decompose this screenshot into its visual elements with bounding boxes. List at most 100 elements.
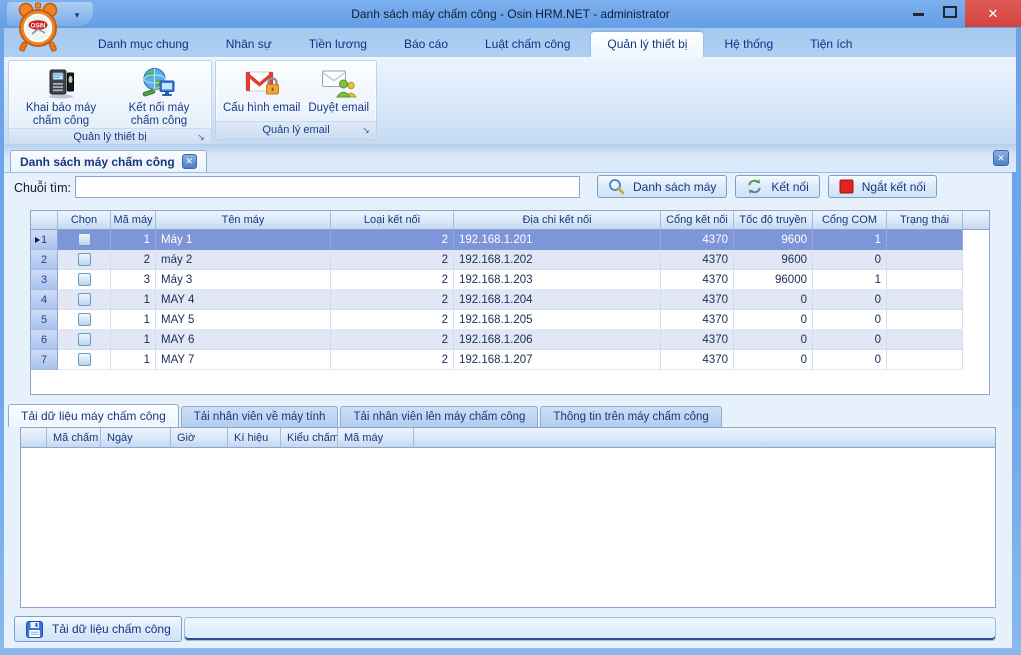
ribbon-tab-tien-luong[interactable]: Tiền lương	[293, 32, 383, 57]
close-button[interactable]	[965, 0, 1021, 27]
column-header-ma-may[interactable]: Mã máy	[111, 211, 156, 230]
cell-ma-may: 1	[111, 230, 156, 250]
table-row[interactable]: 51MAY 52192.168.1.205437000	[31, 310, 989, 330]
cell-chon	[58, 270, 111, 290]
app-window: Danh sách máy chấm công - Osin HRM.NET -…	[0, 0, 1021, 655]
column-header-ki-hieu[interactable]: Kí hiệu	[228, 428, 281, 448]
cell-loai-ket-noi: 2	[331, 330, 454, 350]
column-header-ten-may[interactable]: Tên máy	[156, 211, 331, 230]
cell-cong-ket-noi: 4370	[661, 310, 734, 330]
minimize-icon	[913, 13, 924, 16]
table-row[interactable]: 71MAY 72192.168.1.207437000	[31, 350, 989, 370]
download-attendance-button[interactable]: Tải dữ liệu chấm công	[14, 616, 182, 642]
cell-ten-may: MAY 7	[156, 350, 331, 370]
detail-tab-strip: Tải dữ liệu máy chấm côngTải nhân viên v…	[8, 404, 722, 427]
email-config-icon	[244, 65, 280, 102]
tab-tai-du-lieu-may-cham-cong[interactable]: Tải dữ liệu máy chấm công	[8, 404, 179, 427]
tab-thong-tin-tren-may-cham-cong[interactable]: Thông tin trên máy chấm công	[540, 406, 721, 427]
column-header-cong-ket-noi[interactable]: Cổng kết nối	[661, 211, 734, 230]
ribbon-tab-danh-muc-chung[interactable]: Danh mục chung	[82, 32, 205, 57]
cell-toc-do: 9600	[734, 230, 813, 250]
tab-tai-nhan-vien-len-may-cham-cong[interactable]: Tải nhân viên lên máy chấm công	[340, 406, 538, 427]
ribbon-button-duyet-email[interactable]: Duyệt email	[304, 63, 373, 121]
cell-cong-com: 0	[813, 290, 887, 310]
checkbox[interactable]	[78, 353, 91, 366]
row-header[interactable]: 6	[31, 330, 58, 350]
magnifier-icon	[608, 178, 625, 195]
checkbox[interactable]	[78, 273, 91, 286]
tab-close-icon[interactable]	[182, 154, 197, 169]
cell-cong-com: 1	[813, 230, 887, 250]
ribbon-tab-tien-ich[interactable]: Tiện ích	[794, 32, 868, 57]
ribbon-button-ket-noi-may-cham-cong[interactable]: Kết nối máy chấm công	[110, 63, 208, 128]
document-tab-strip: Danh sách máy chấm công	[4, 144, 1016, 172]
row-header[interactable]: 5	[31, 310, 58, 330]
cell-toc-do: 96000	[734, 270, 813, 290]
ribbon-tab-luat-cham-cong[interactable]: Luật chấm công	[469, 32, 586, 57]
ribbon-button-khai-bao-may-cham-cong[interactable]: Khai báo máy chấm công	[12, 63, 110, 128]
button-danh-sach-may[interactable]: Danh sách máy	[597, 175, 727, 198]
row-header[interactable]: 2	[31, 250, 58, 270]
column-header-ma-may[interactable]: Mã máy	[338, 428, 414, 448]
cell-trang-thai	[887, 310, 963, 330]
cell-ten-may: MAY 4	[156, 290, 331, 310]
button-ngat-ket-noi[interactable]: Ngắt kết nối	[828, 175, 937, 198]
table-row[interactable]: 41MAY 42192.168.1.204437000	[31, 290, 989, 310]
cell-trang-thai	[887, 330, 963, 350]
cell-trang-thai	[887, 230, 963, 250]
column-header-gio[interactable]: Giờ	[171, 428, 228, 448]
column-header-ngay[interactable]: Ngày	[101, 428, 171, 448]
grid-corner-cell	[21, 428, 47, 448]
checkbox[interactable]	[78, 233, 91, 246]
column-header-toc-do-truyen[interactable]: Tốc độ truyền	[734, 211, 813, 230]
email-browse-icon	[321, 65, 357, 102]
column-header-cong-com[interactable]: Cổng COM	[813, 211, 887, 230]
checkbox[interactable]	[78, 333, 91, 346]
ribbon-tab-bao-cao[interactable]: Báo cáo	[388, 32, 464, 57]
document-tab-active[interactable]: Danh sách máy chấm công	[10, 150, 207, 172]
ribbon-group-caption: Quản lý thiết bị	[73, 131, 146, 143]
column-header-kieu-cham[interactable]: Kiểu chấm	[281, 428, 338, 448]
row-header[interactable]: 3	[31, 270, 58, 290]
dialog-launcher-icon[interactable]	[360, 122, 372, 138]
row-header[interactable]: 7	[31, 350, 58, 370]
table-row[interactable]: 11Máy 12192.168.1.201437096001	[31, 230, 989, 250]
ribbon-tab-quan-ly-thiet-bi[interactable]: Quản lý thiết bị	[591, 32, 703, 57]
table-row[interactable]: 22máy 22192.168.1.202437096000	[31, 250, 989, 270]
search-input[interactable]	[75, 176, 580, 198]
checkbox[interactable]	[78, 253, 91, 266]
button-ket-noi[interactable]: Kết nối	[735, 175, 819, 198]
table-row[interactable]: 61MAY 62192.168.1.206437000	[31, 330, 989, 350]
checkbox[interactable]	[78, 313, 91, 326]
column-header-chon[interactable]: Chọn	[58, 211, 111, 230]
column-header-ma-cham-c[interactable]: Mã chấm c...	[47, 428, 101, 448]
table-row[interactable]: 33Máy 32192.168.1.2034370960001	[31, 270, 989, 290]
ribbon-button-cau-hinh-email[interactable]: Cấu hình email	[219, 63, 304, 121]
ribbon-tab-nhan-su[interactable]: Nhân sự	[210, 32, 288, 57]
maximize-button[interactable]	[934, 0, 965, 22]
row-header[interactable]: 4	[31, 290, 58, 310]
column-header-loai-ket-noi[interactable]: Loại kết nối	[331, 211, 454, 230]
tab-tai-nhan-vien-ve-may-tinh[interactable]: Tải nhân viên về máy tính	[181, 406, 339, 427]
cell-chon	[58, 230, 111, 250]
documents-close-button[interactable]	[993, 150, 1009, 166]
column-header-trang-thai[interactable]: Trạng thái	[887, 211, 963, 230]
row-header[interactable]: 1	[31, 230, 58, 250]
cell-dia-chi: 192.168.1.204	[454, 290, 661, 310]
cell-ten-may: MAY 5	[156, 310, 331, 330]
minimize-button[interactable]	[903, 0, 934, 22]
cell-ma-may: 2	[111, 250, 156, 270]
progress-bar	[184, 617, 996, 641]
column-header-dia-chi-ket-noi[interactable]: Địa chi kết nối	[454, 211, 661, 230]
dialog-launcher-icon[interactable]	[195, 129, 207, 145]
cell-loai-ket-noi: 2	[331, 290, 454, 310]
cell-chon	[58, 250, 111, 270]
cell-dia-chi: 192.168.1.206	[454, 330, 661, 350]
cell-dia-chi: 192.168.1.203	[454, 270, 661, 290]
cell-cong-ket-noi: 4370	[661, 330, 734, 350]
cell-toc-do: 0	[734, 350, 813, 370]
ribbon-tab-he-thong[interactable]: Hệ thống	[708, 32, 789, 57]
checkbox[interactable]	[78, 293, 91, 306]
ribbon-group-quan-ly-email: Cấu hình emailDuyệt emailQuản lý email	[215, 60, 377, 140]
cell-ten-may: Máy 1	[156, 230, 331, 250]
